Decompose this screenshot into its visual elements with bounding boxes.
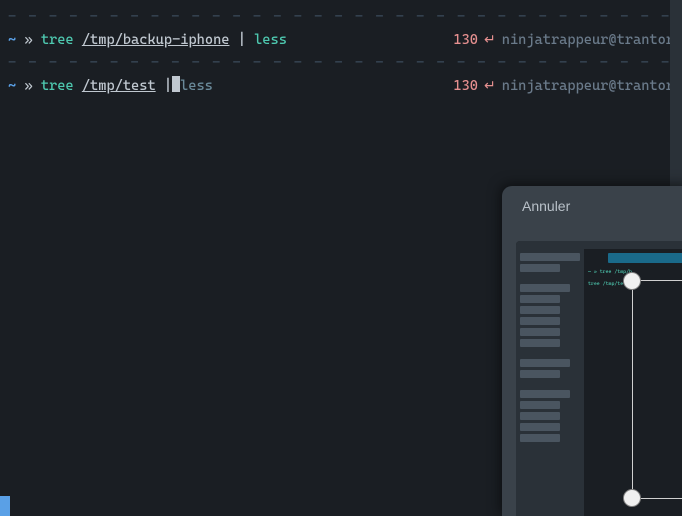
mini-item xyxy=(520,423,560,431)
crop-handle-bottom[interactable] xyxy=(623,489,641,507)
mini-item xyxy=(520,401,560,409)
mini-item xyxy=(520,390,570,398)
mini-item xyxy=(520,434,560,442)
mini-content: ~ » tree /tmp/b tree /tmp/te xyxy=(516,249,682,516)
prompt-arrow: » xyxy=(24,26,32,54)
mini-item xyxy=(520,381,580,387)
command-tree: tree xyxy=(41,26,74,54)
exit-code: 130 xyxy=(453,72,478,100)
screenshot-crop-popup[interactable]: Annuler xyxy=(502,186,682,516)
return-icon: ↵ xyxy=(484,72,496,100)
prompt-arrow: » xyxy=(24,72,32,100)
mini-item xyxy=(520,317,560,325)
prompt-tilde: ~ xyxy=(8,26,16,54)
crop-handle-top[interactable] xyxy=(623,272,641,290)
user-host: ninjatrappeur@trantor xyxy=(502,26,674,54)
mini-item xyxy=(520,295,560,303)
crop-guide xyxy=(632,286,633,496)
mini-item xyxy=(520,264,560,272)
mini-item xyxy=(520,284,570,292)
mini-titlebar xyxy=(516,241,682,249)
crop-guide xyxy=(636,280,682,281)
mini-item xyxy=(520,275,580,281)
pipe-symbol: | xyxy=(164,72,172,100)
mini-sidebar xyxy=(516,249,584,516)
line-right: 130 ↵ ninjatrappeur@trantor xyxy=(453,72,674,100)
separator-line: - - - - - - - - - - - - - - - - - - - - … xyxy=(8,54,674,72)
current-line[interactable]: ~ » tree /tmp/test | less 130 ↵ ninjatra… xyxy=(8,72,674,100)
popup-header: Annuler xyxy=(502,186,682,226)
user-host: ninjatrappeur@trantor xyxy=(502,72,674,100)
mini-item xyxy=(520,350,580,356)
mini-highlight xyxy=(608,253,682,263)
path-arg: /tmp/test xyxy=(82,72,156,100)
mini-item xyxy=(520,339,560,347)
mini-item xyxy=(520,359,570,367)
mini-item xyxy=(520,306,560,314)
cursor xyxy=(172,76,180,92)
exit-code: 130 xyxy=(453,26,478,54)
separator-line: - - - - - - - - - - - - - - - - - - - - … xyxy=(8,8,674,26)
command-tree: tree xyxy=(41,72,74,100)
command-less: less xyxy=(254,26,287,54)
prompt-tilde: ~ xyxy=(8,72,16,100)
mini-item xyxy=(520,412,560,420)
crop-guide xyxy=(636,498,682,499)
screenshot-preview[interactable]: ~ » tree /tmp/b tree /tmp/te xyxy=(516,241,682,516)
path-arg: /tmp/backup-iphone xyxy=(82,26,230,54)
mini-item xyxy=(520,253,580,261)
pipe-symbol: | xyxy=(238,26,246,54)
command-less-suggestion: less xyxy=(180,72,213,100)
status-segment xyxy=(0,496,10,516)
cancel-button[interactable]: Annuler xyxy=(522,198,570,214)
mini-item xyxy=(520,328,560,336)
mini-item xyxy=(520,370,560,378)
line-right: 130 ↵ ninjatrappeur@trantor xyxy=(453,26,674,54)
return-icon: ↵ xyxy=(484,26,496,54)
history-line-1: ~ » tree /tmp/backup-iphone | less 130 ↵… xyxy=(8,26,674,54)
